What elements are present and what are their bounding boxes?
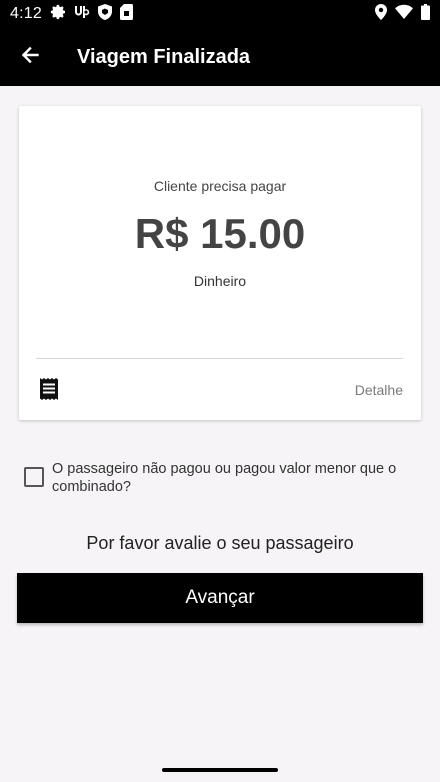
next-button[interactable]: Avançar xyxy=(17,573,423,623)
gesture-nav-handle[interactable] xyxy=(162,768,278,772)
sim-card-icon xyxy=(119,3,133,25)
receipt-icon[interactable] xyxy=(39,378,59,400)
unpaid-checkbox[interactable] xyxy=(24,467,44,487)
unpaid-checkbox-row[interactable]: O passageiro não pagou ou pagou valor me… xyxy=(24,460,420,496)
payment-method: Dinheiro xyxy=(193,273,247,289)
back-button[interactable] xyxy=(0,28,60,86)
card-divider xyxy=(36,358,403,359)
gear-icon xyxy=(50,4,66,25)
app-bar: Viagem Finalizada xyxy=(0,28,440,86)
unpaid-checkbox-label[interactable]: O passageiro não pagou ou pagou valor me… xyxy=(52,460,420,496)
status-icons-left xyxy=(50,3,133,25)
page-title: Viagem Finalizada xyxy=(77,45,251,68)
uber-eats-icon xyxy=(74,5,90,24)
wifi-icon xyxy=(395,4,413,24)
payment-card: Cliente precisa pagar R$ 15.00 Dinheiro … xyxy=(19,106,421,420)
arrow-left-icon xyxy=(21,46,39,69)
location-icon xyxy=(375,3,387,25)
battery-icon xyxy=(421,3,430,25)
status-bar: 4:12 xyxy=(0,0,440,28)
status-icons-right xyxy=(375,3,430,25)
rating-prompt: Por favor avalie o seu passageiro xyxy=(86,533,354,553)
payment-amount: R$ 15.00 xyxy=(134,210,306,257)
shield-icon xyxy=(97,3,112,25)
detail-link[interactable]: Detalhe xyxy=(355,382,403,398)
payment-label: Cliente precisa pagar xyxy=(153,178,287,194)
status-time: 4:12 xyxy=(10,5,42,22)
